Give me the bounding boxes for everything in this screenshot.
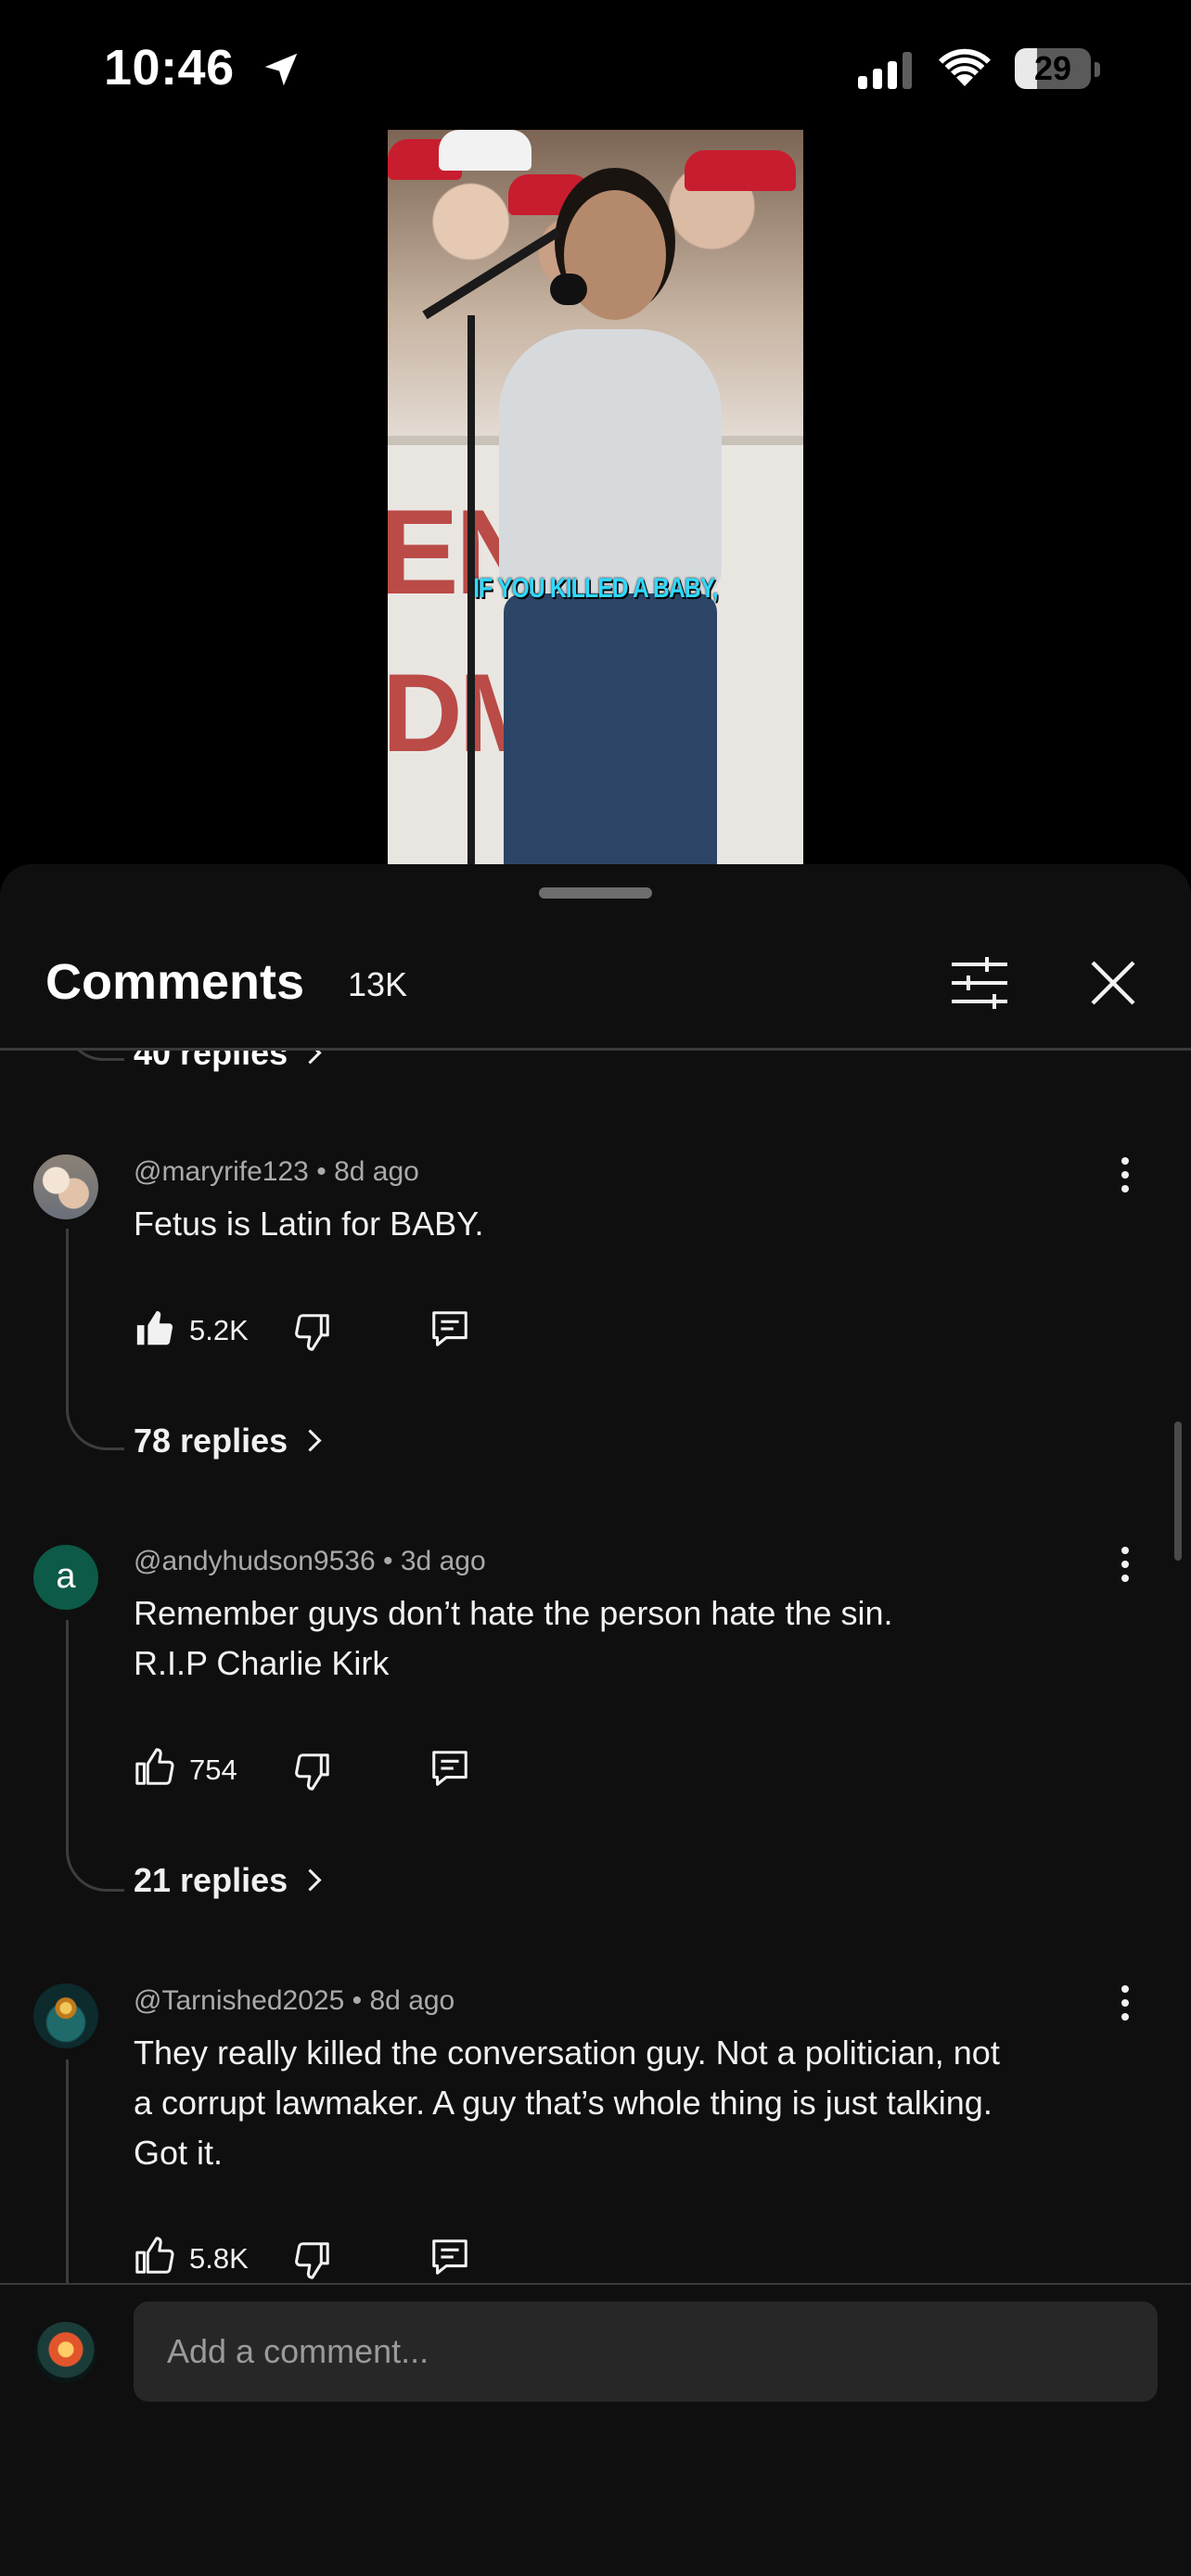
close-icon[interactable] [1083, 953, 1143, 1013]
like-count: 754 [189, 1753, 237, 1786]
reply-thread-line [66, 1620, 124, 1892]
comment-author[interactable]: @maryrife123 [134, 1156, 309, 1187]
video-caption: IF YOU KILLED A BABY, [473, 573, 718, 604]
video-player[interactable]: EN DMI IF YOU KILLED A BABY, [388, 130, 803, 867]
comment-text: They really killed the conversation guy.… [134, 2034, 1000, 2172]
like-count: 5.2K [189, 1314, 249, 1346]
comments-list[interactable]: 40 replies @maryrife123 • 8d ago Fetus i… [0, 1051, 1191, 2284]
my-avatar[interactable] [35, 2322, 96, 2383]
comment-meta: @maryrife123 • 8d ago [134, 1156, 419, 1187]
battery-indicator: 29 [1015, 48, 1100, 91]
comments-title: Comments [45, 954, 305, 1010]
comments-count: 13K [348, 965, 408, 1003]
more-options-button[interactable] [1108, 1540, 1142, 1596]
avatar[interactable]: a [33, 1545, 98, 1610]
comment-meta: @andyhudson9536 • 3d ago [134, 1546, 486, 1576]
comment-author[interactable]: @Tarnished2025 [134, 1985, 344, 2016]
reply-icon[interactable] [429, 1747, 471, 1790]
reply-icon[interactable] [429, 2236, 471, 2278]
like-filled-icon[interactable] [134, 1307, 176, 1350]
comment-age: 8d ago [369, 1985, 455, 2016]
like-icon[interactable] [134, 2235, 176, 2277]
reply-thread-line [66, 1229, 124, 1450]
comment-author[interactable]: @andyhudson9536 [134, 1546, 376, 1576]
comment-text: Fetus is Latin for BABY. [134, 1205, 484, 1243]
comment-composer [0, 2283, 1191, 2576]
reply-thread-line [66, 2060, 69, 2284]
like-icon[interactable] [134, 1746, 176, 1789]
dislike-icon[interactable] [289, 1310, 332, 1353]
add-comment-input[interactable] [134, 2302, 1158, 2402]
avatar[interactable] [33, 1154, 98, 1219]
comments-sheet: Comments 13K 40 replies @maryrife123 • 8… [0, 864, 1191, 2576]
like-count: 5.8K [189, 2242, 249, 2275]
more-options-button[interactable] [1108, 1979, 1142, 2034]
view-replies-link[interactable]: 40 replies [134, 1051, 322, 1073]
view-replies-link[interactable]: 21 replies [134, 1861, 322, 1900]
battery-percent: 29 [1033, 49, 1072, 87]
scrollbar[interactable] [1174, 1422, 1182, 1561]
wifi-icon [939, 48, 991, 86]
more-options-button[interactable] [1108, 1151, 1142, 1206]
status-bar: 10:46 29 [0, 0, 1191, 139]
reply-icon[interactable] [429, 1307, 471, 1350]
location-arrow-icon [264, 53, 298, 86]
avatar[interactable] [33, 1983, 98, 2048]
cellular-signal-icon [858, 52, 912, 89]
comment-text: Remember guys don’t hate the person hate… [134, 1594, 893, 1682]
comment-meta: @Tarnished2025 • 8d ago [134, 1985, 455, 2016]
view-replies-link[interactable]: 78 replies [134, 1422, 322, 1460]
comment-age: 8d ago [334, 1156, 419, 1187]
dislike-icon[interactable] [289, 1750, 332, 1792]
comments-header: Comments 13K [0, 864, 1191, 1050]
clock: 10:46 [104, 40, 235, 96]
filter-sliders-icon[interactable] [946, 950, 1013, 1016]
dislike-icon[interactable] [289, 2238, 332, 2281]
comment-age: 3d ago [400, 1546, 486, 1576]
